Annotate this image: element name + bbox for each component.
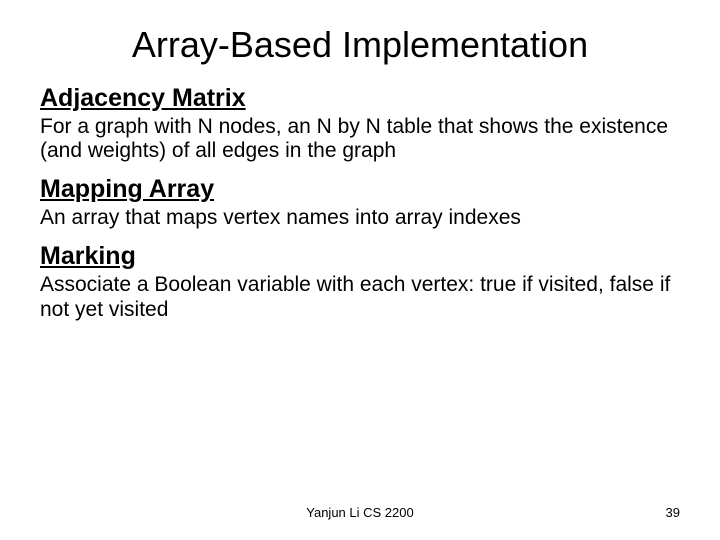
footer-author: Yanjun Li CS 2200 [0, 505, 720, 520]
section-body: For a graph with N nodes, an N by N tabl… [40, 115, 680, 163]
section-heading: Adjacency Matrix [40, 84, 680, 113]
section-body: An array that maps vertex names into arr… [40, 206, 680, 230]
slide-title: Array-Based Implementation [40, 24, 680, 66]
section-heading: Mapping Array [40, 175, 680, 204]
section-body: Associate a Boolean variable with each v… [40, 273, 680, 321]
slide: Array-Based Implementation Adjacency Mat… [0, 0, 720, 540]
footer-page-number: 39 [666, 505, 680, 520]
section-heading: Marking [40, 242, 680, 271]
